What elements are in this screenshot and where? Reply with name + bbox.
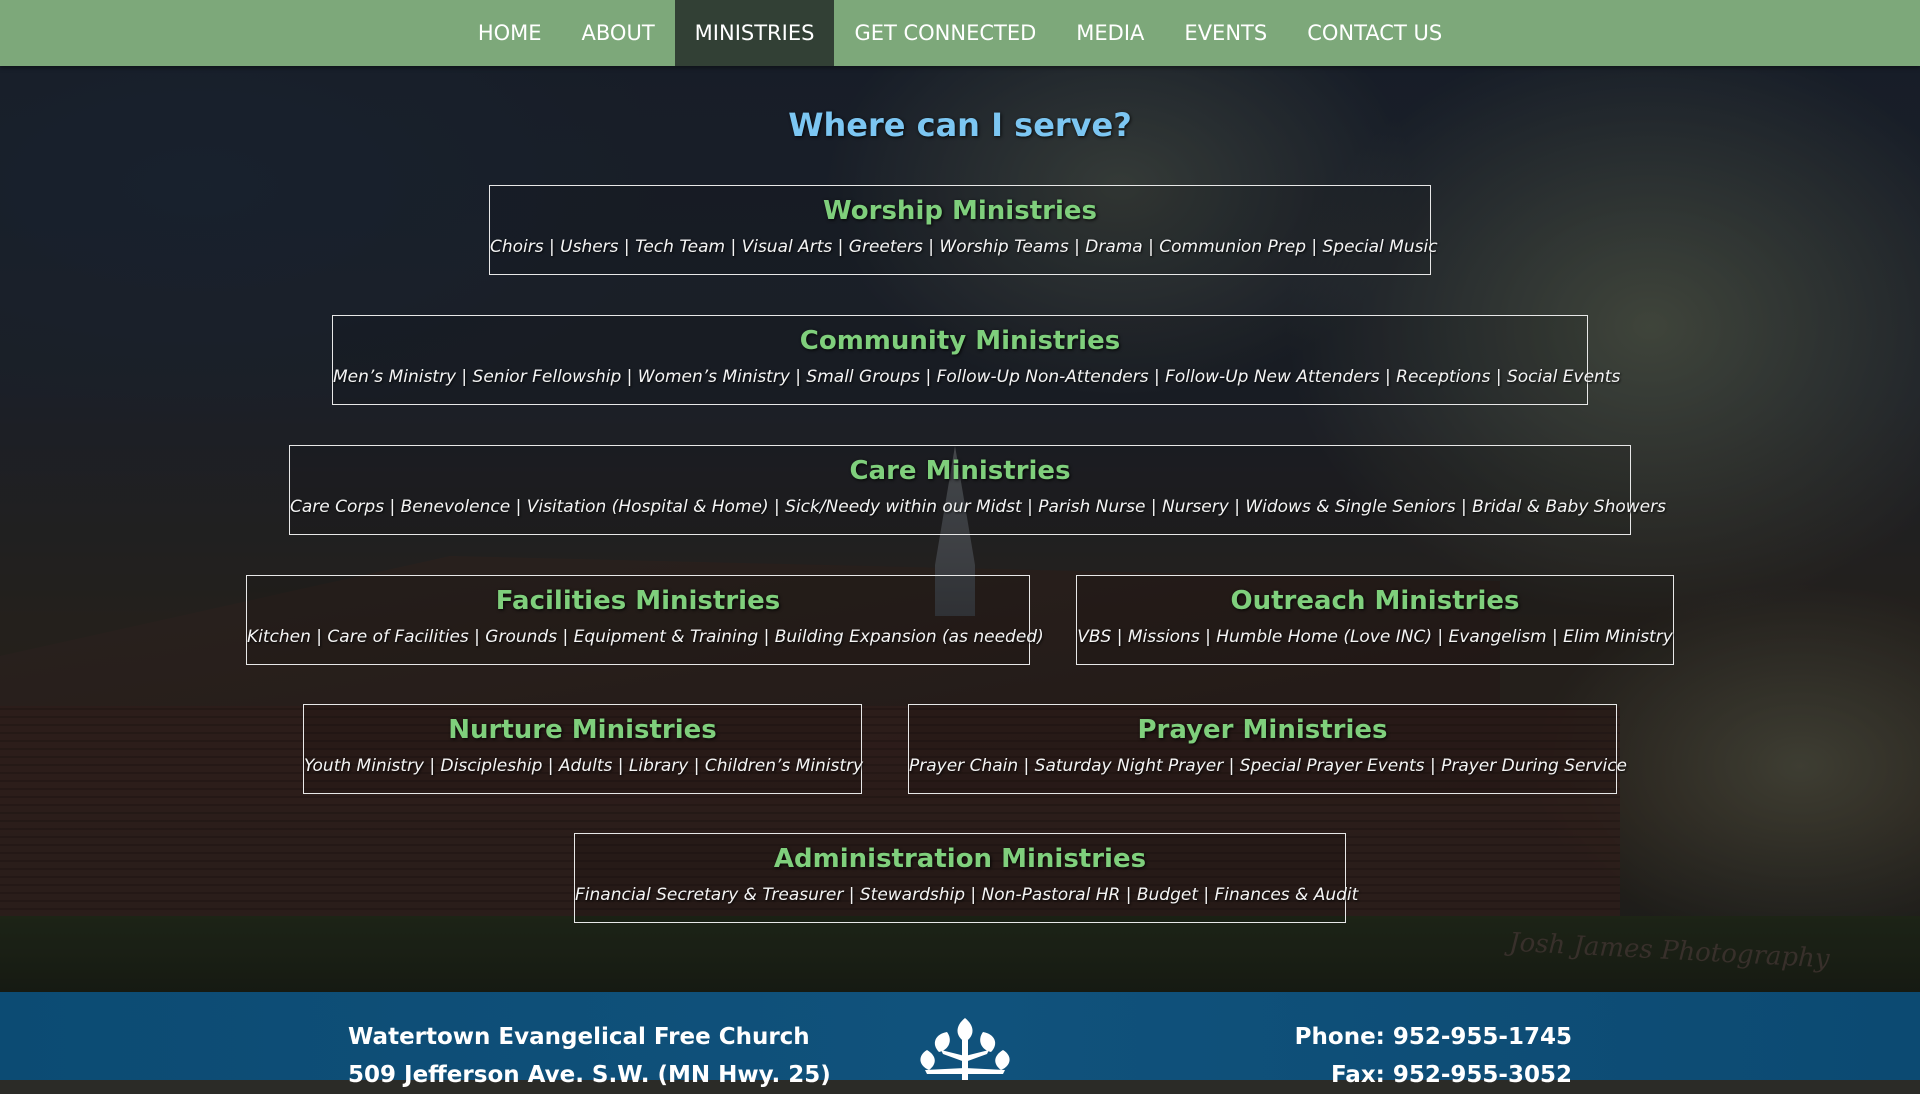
section-title: Facilities Ministries xyxy=(495,586,781,616)
section-items: Financial Secretary & Treasurer | Stewar… xyxy=(575,885,1359,905)
footer-address-block: Watertown Evangelical Free Church 509 Je… xyxy=(348,1018,831,1094)
outreach-ministries-box: Outreach Ministries VBS | Missions | Hum… xyxy=(1076,575,1674,665)
fax-number: Fax: 952-955-3052 xyxy=(1330,1062,1572,1088)
site-footer: Watertown Evangelical Free Church 509 Je… xyxy=(0,992,1920,1088)
section-title: Prayer Ministries xyxy=(1137,715,1388,745)
nav-about[interactable]: ABOUT xyxy=(562,0,675,66)
tree-logo-icon xyxy=(920,1018,1010,1080)
section-items: Choirs | Ushers | Tech Team | Visual Art… xyxy=(490,237,1438,257)
nav-ministries[interactable]: MINISTRIES xyxy=(674,0,835,66)
nurture-ministries-box: Nurture Ministries Youth Ministry | Disc… xyxy=(303,704,864,794)
main-content: Where can I serve? Worship Ministries Ch… xyxy=(0,66,1920,992)
section-title: Administration Ministries xyxy=(773,844,1147,874)
care-ministries-box: Care Ministries Care Corps | Benevolence… xyxy=(289,445,1666,535)
section-title: Nurture Ministries xyxy=(448,715,717,745)
nav-home[interactable]: HOME xyxy=(458,0,562,66)
section-title: Outreach Ministries xyxy=(1230,586,1520,616)
administration-ministries-box: Administration Ministries Financial Secr… xyxy=(574,833,1359,923)
section-items: Men’s Ministry | Senior Fellowship | Wom… xyxy=(333,367,1621,387)
section-title: Worship Ministries xyxy=(823,196,1097,226)
section-items: Youth Ministry | Discipleship | Adults |… xyxy=(304,756,864,776)
phone-number[interactable]: Phone: 952-955-1745 xyxy=(1295,1018,1572,1056)
main-nav: HOME ABOUT MINISTRIES GET CONNECTED MEDI… xyxy=(0,0,1920,66)
footer-contact-block: Phone: 952-955-1745 Fax: 952-955-3052 xyxy=(1295,1018,1572,1094)
section-items: VBS | Missions | Humble Home (Love INC) … xyxy=(1077,627,1673,647)
nav-media[interactable]: MEDIA xyxy=(1056,0,1164,66)
church-address: 509 Jefferson Ave. S.W. (MN Hwy. 25) xyxy=(348,1062,831,1088)
community-ministries-box: Community Ministries Men’s Ministry | Se… xyxy=(332,315,1621,405)
section-title: Care Ministries xyxy=(849,456,1071,486)
facilities-ministries-box: Facilities Ministries Kitchen | Care of … xyxy=(246,575,1044,665)
nav-contact-us[interactable]: CONTACT US xyxy=(1287,0,1462,66)
worship-ministries-box: Worship Ministries Choirs | Ushers | Tec… xyxy=(489,185,1438,275)
section-items: Prayer Chain | Saturday Night Prayer | S… xyxy=(909,756,1628,776)
nav-events[interactable]: EVENTS xyxy=(1164,0,1287,66)
nav-get-connected[interactable]: GET CONNECTED xyxy=(834,0,1056,66)
section-items: Care Corps | Benevolence | Visitation (H… xyxy=(290,497,1666,517)
section-items: Kitchen | Care of Facilities | Grounds |… xyxy=(247,627,1044,647)
prayer-ministries-box: Prayer Ministries Prayer Chain | Saturda… xyxy=(908,704,1628,794)
page-title: Where can I serve? xyxy=(788,106,1132,144)
church-name: Watertown Evangelical Free Church xyxy=(348,1024,810,1050)
section-title: Community Ministries xyxy=(799,326,1121,356)
